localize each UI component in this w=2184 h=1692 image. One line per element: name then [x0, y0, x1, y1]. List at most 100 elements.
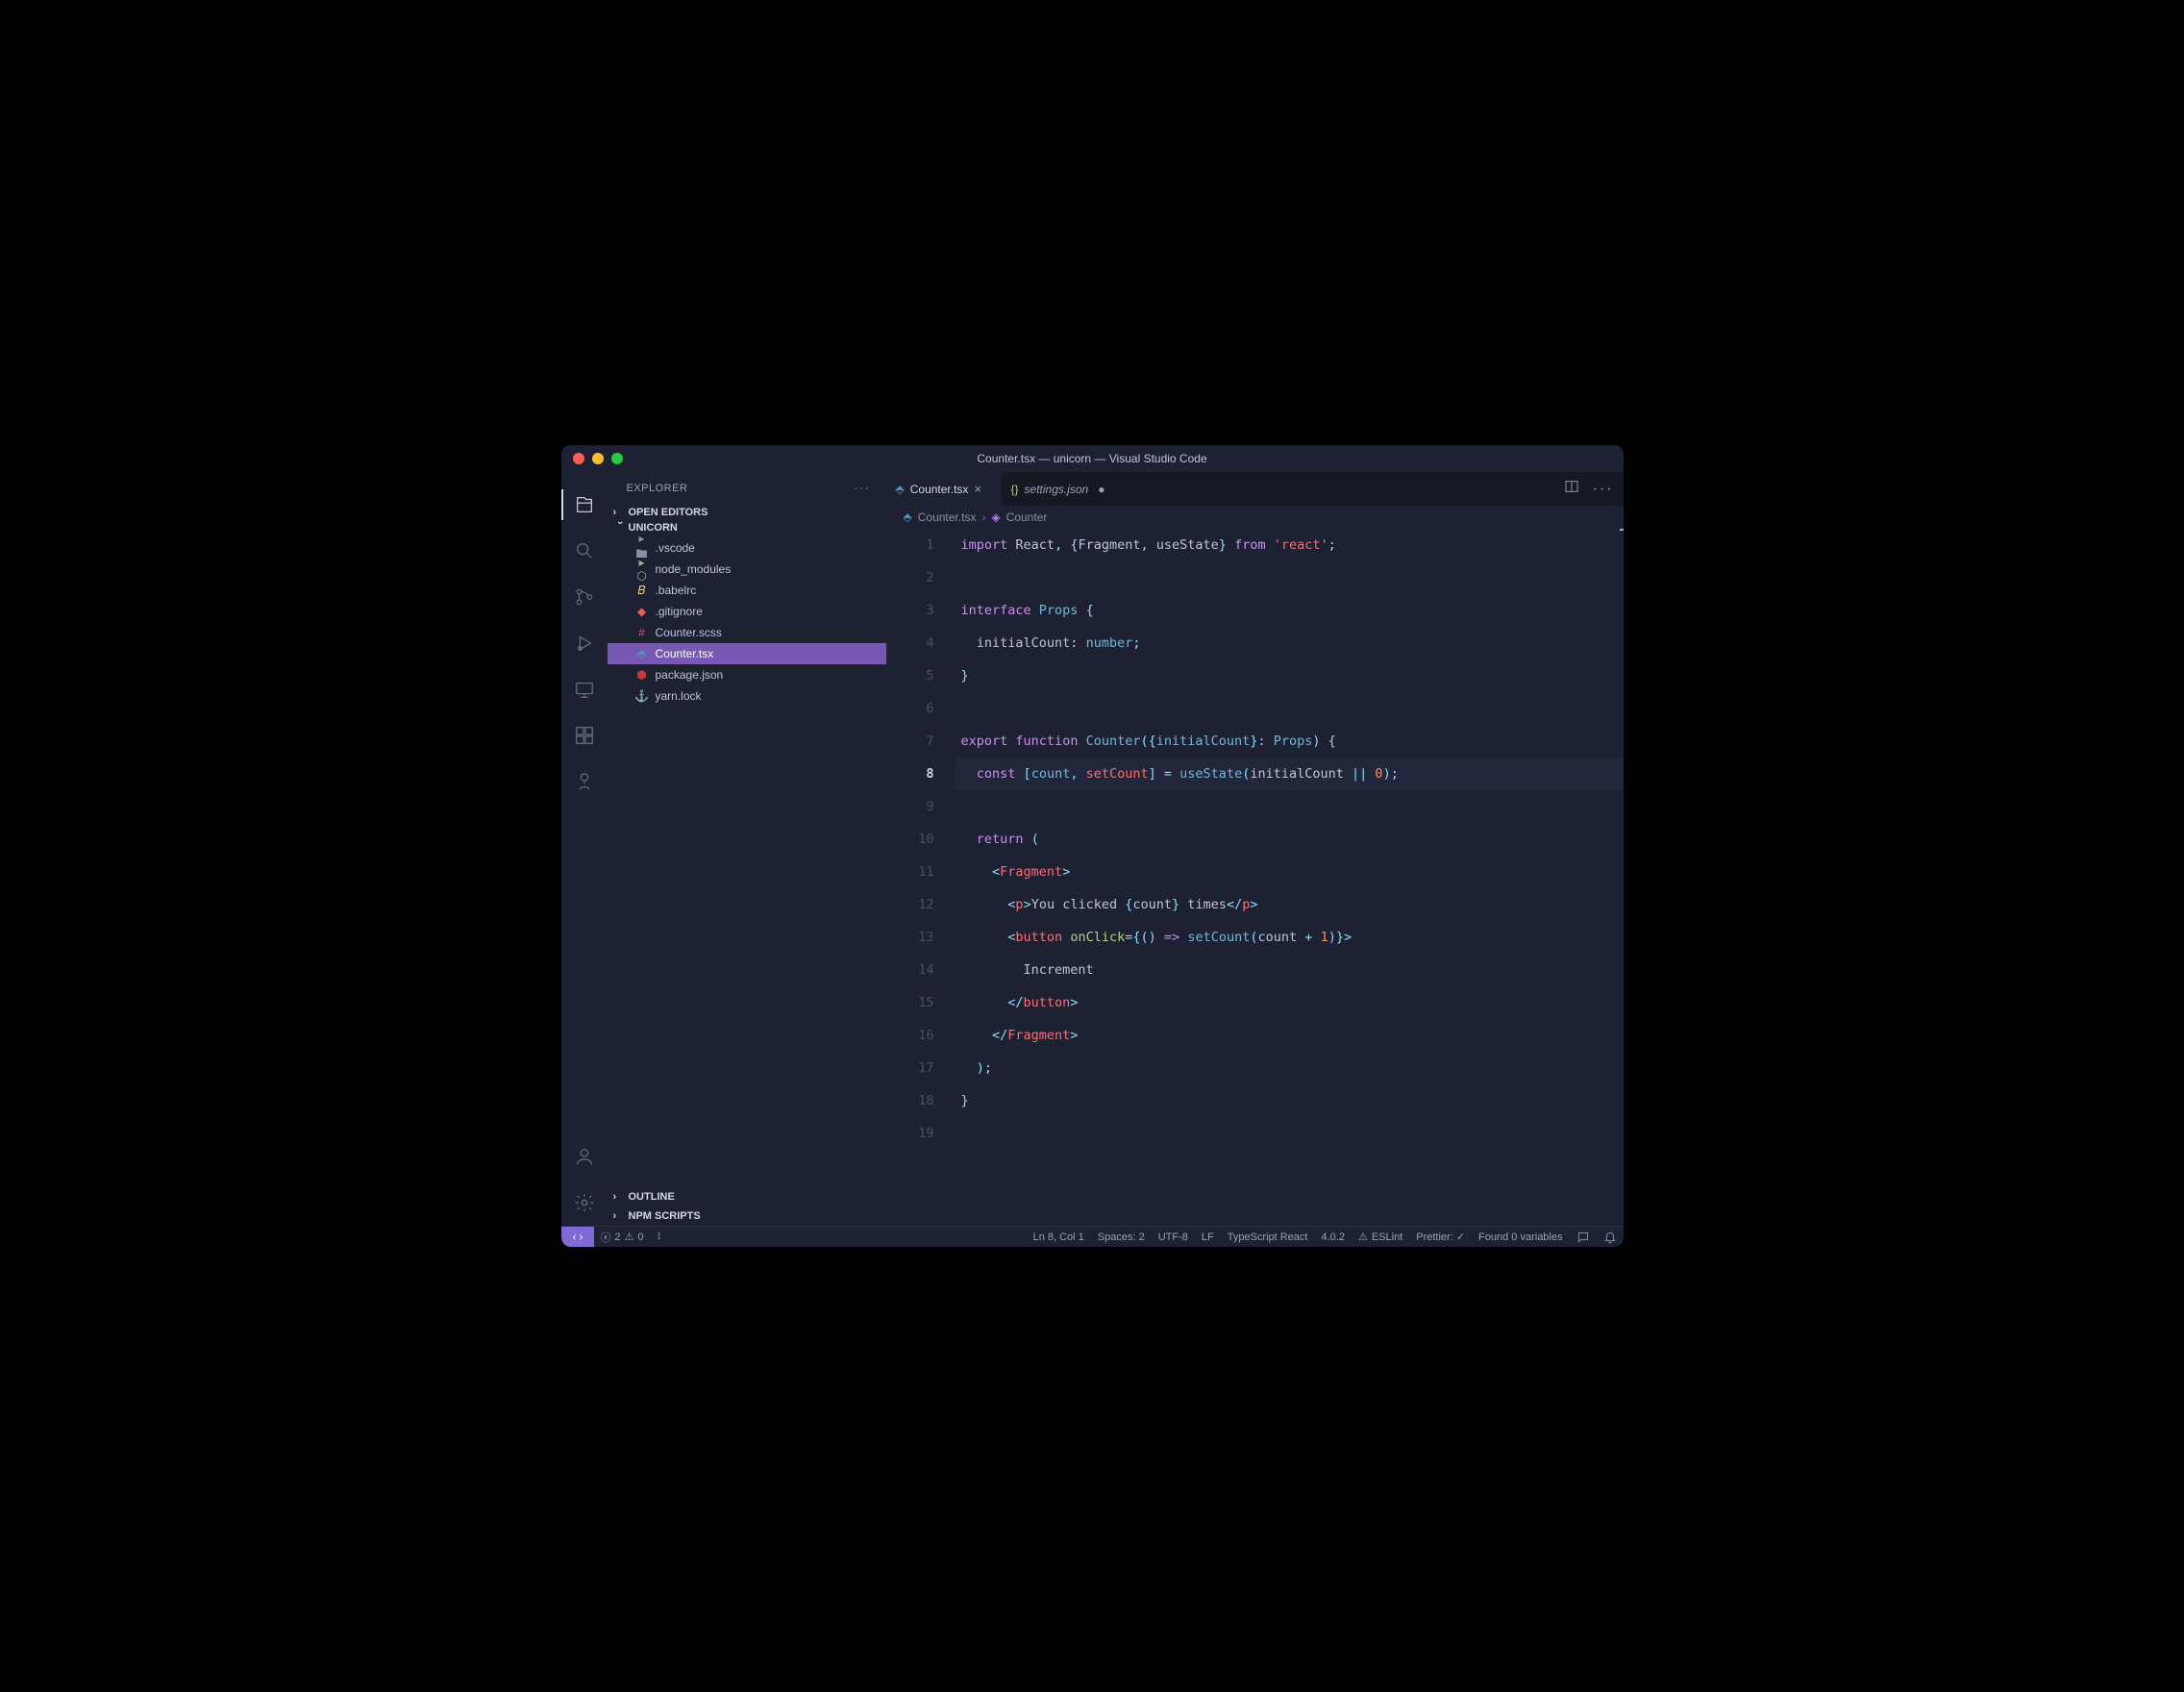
activity-explorer-icon[interactable] — [561, 482, 608, 528]
status-encoding[interactable]: UTF-8 — [1152, 1231, 1195, 1244]
code-line[interactable]: export function Counter({initialCount}: … — [956, 725, 1624, 758]
breadcrumb-file[interactable]: Counter.tsx — [918, 510, 977, 524]
npm-icon: ⬢ — [634, 668, 650, 682]
line-number[interactable]: 7 — [886, 725, 934, 758]
line-number[interactable]: 17 — [886, 1052, 934, 1084]
code-line[interactable]: } — [956, 1084, 1624, 1117]
tab-label: Counter.tsx — [910, 483, 969, 496]
code-line[interactable] — [956, 692, 1624, 725]
activity-settings-icon[interactable] — [561, 1180, 608, 1226]
code-editor[interactable]: 12345678910111213141516171819 import Rea… — [886, 529, 1624, 1226]
status-eslint[interactable]: ⚠ESLint — [1352, 1231, 1409, 1244]
code-line[interactable]: <p>You clicked {count} times</p> — [956, 888, 1624, 921]
activity-gitlens-icon[interactable] — [561, 759, 608, 805]
remote-indicator[interactable] — [561, 1227, 594, 1247]
section-npm-scripts[interactable]: › NPM SCRIPTS — [608, 1207, 886, 1226]
tree-file[interactable]: 𝐵.babelrc — [608, 580, 886, 601]
minimize-window-button[interactable] — [592, 453, 604, 464]
code-line[interactable]: interface Props { — [956, 594, 1624, 627]
tree-folder[interactable]: ▸ ⬡node_modules — [608, 559, 886, 580]
line-number[interactable]: 12 — [886, 888, 934, 921]
code-line[interactable]: <button onClick={() => setCount(count + … — [956, 921, 1624, 954]
code-line[interactable]: Increment — [956, 954, 1624, 986]
line-number[interactable]: 13 — [886, 921, 934, 954]
tree-file[interactable]: ⚓yarn.lock — [608, 685, 886, 707]
line-number[interactable]: 10 — [886, 823, 934, 856]
warning-icon: ⚠ — [625, 1231, 634, 1243]
status-eol[interactable]: LF — [1195, 1231, 1221, 1244]
status-variables[interactable]: Found 0 variables — [1472, 1231, 1569, 1244]
tsx-icon: ⬘ — [634, 647, 650, 660]
line-number[interactable]: 18 — [886, 1084, 934, 1117]
status-feedback-icon[interactable] — [1570, 1231, 1597, 1244]
chevron-right-icon: › — [613, 1191, 627, 1203]
tree-file[interactable]: ⬢ package.json — [608, 664, 886, 685]
code-line[interactable]: initialCount: number; — [956, 627, 1624, 659]
file-label: package.json — [656, 668, 724, 682]
activity-search-icon[interactable] — [561, 528, 608, 574]
section-label: NPM SCRIPTS — [629, 1210, 701, 1222]
editor-tab[interactable]: ⬘Counter.tsx× — [886, 472, 1002, 506]
line-number[interactable]: 14 — [886, 954, 934, 986]
code-line[interactable]: import React, {Fragment, useState} from … — [956, 529, 1624, 561]
line-number[interactable]: 11 — [886, 856, 934, 888]
status-cursor-position[interactable]: Ln 8, Col 1 — [1027, 1231, 1091, 1244]
line-number[interactable]: 5 — [886, 659, 934, 692]
code-line[interactable] — [956, 1117, 1624, 1150]
breadcrumbs[interactable]: ⬘ Counter.tsx › ◈ Counter — [886, 506, 1624, 529]
status-ports[interactable]: ⟟ — [651, 1231, 668, 1243]
section-label: OUTLINE — [629, 1191, 675, 1203]
line-number[interactable]: 3 — [886, 594, 934, 627]
status-language[interactable]: TypeScript React — [1221, 1231, 1315, 1244]
statusbar: ⓧ2 ⚠0 ⟟ Ln 8, Col 1 Spaces: 2 UTF-8 LF T… — [561, 1226, 1624, 1247]
chevron-down-icon: › — [614, 521, 626, 535]
code-line[interactable]: </Fragment> — [956, 1019, 1624, 1052]
editor-tab[interactable]: {}settings.json× — [1002, 472, 1117, 506]
activity-source-control-icon[interactable] — [561, 574, 608, 620]
tree-file[interactable]: #Counter.scss — [608, 622, 886, 643]
line-number[interactable]: 15 — [886, 986, 934, 1019]
code-line[interactable]: <Fragment> — [956, 856, 1624, 888]
line-number[interactable]: 2 — [886, 561, 934, 594]
tree-file[interactable]: ◆.gitignore — [608, 601, 886, 622]
activity-remote-explorer-icon[interactable] — [561, 666, 608, 712]
section-outline[interactable]: › OUTLINE — [608, 1187, 886, 1207]
code-line[interactable] — [956, 561, 1624, 594]
titlebar[interactable]: Counter.tsx — unicorn — Visual Studio Co… — [561, 445, 1624, 472]
chevron-right-icon: › — [981, 510, 985, 524]
line-number[interactable]: 1 — [886, 529, 934, 561]
line-number[interactable]: 4 — [886, 627, 934, 659]
status-ts-version[interactable]: 4.0.2 — [1314, 1231, 1351, 1244]
more-actions-icon[interactable]: ··· — [1593, 481, 1614, 498]
line-number[interactable]: 19 — [886, 1117, 934, 1150]
tree-file[interactable]: ⬘Counter.tsx — [608, 643, 886, 664]
activity-run-debug-icon[interactable] — [561, 620, 608, 666]
split-editor-icon[interactable] — [1564, 479, 1579, 499]
code-line[interactable]: return ( — [956, 823, 1624, 856]
activity-extensions-icon[interactable] — [561, 712, 608, 759]
status-prettier[interactable]: Prettier: ✓ — [1409, 1231, 1472, 1244]
explorer-more-icon[interactable]: ··· — [855, 483, 871, 494]
status-problems[interactable]: ⓧ2 ⚠0 — [594, 1230, 651, 1245]
breadcrumb-symbol[interactable]: Counter — [1006, 510, 1048, 524]
code-line[interactable]: } — [956, 659, 1624, 692]
maximize-window-button[interactable] — [611, 453, 623, 464]
code-line[interactable] — [956, 790, 1624, 823]
activity-accounts-icon[interactable] — [561, 1133, 608, 1180]
line-number[interactable]: 16 — [886, 1019, 934, 1052]
code-line[interactable]: ); — [956, 1052, 1624, 1084]
code-content[interactable]: import React, {Fragment, useState} from … — [956, 529, 1624, 1226]
file-label: .babelrc — [656, 584, 697, 597]
close-tab-icon[interactable]: × — [974, 482, 981, 496]
line-number[interactable]: 8 — [886, 758, 934, 790]
status-indentation[interactable]: Spaces: 2 — [1091, 1231, 1152, 1244]
status-bell-icon[interactable] — [1597, 1231, 1624, 1244]
code-line[interactable]: </button> — [956, 986, 1624, 1019]
file-label: yarn.lock — [656, 689, 702, 703]
line-number[interactable]: 6 — [886, 692, 934, 725]
warning-icon: ⚠ — [1358, 1231, 1368, 1243]
section-open-editors[interactable]: › OPEN EDITORS — [608, 505, 886, 520]
close-window-button[interactable] — [573, 453, 584, 464]
code-line[interactable]: const [count, setCount] = useState(initi… — [956, 758, 1624, 790]
line-number[interactable]: 9 — [886, 790, 934, 823]
